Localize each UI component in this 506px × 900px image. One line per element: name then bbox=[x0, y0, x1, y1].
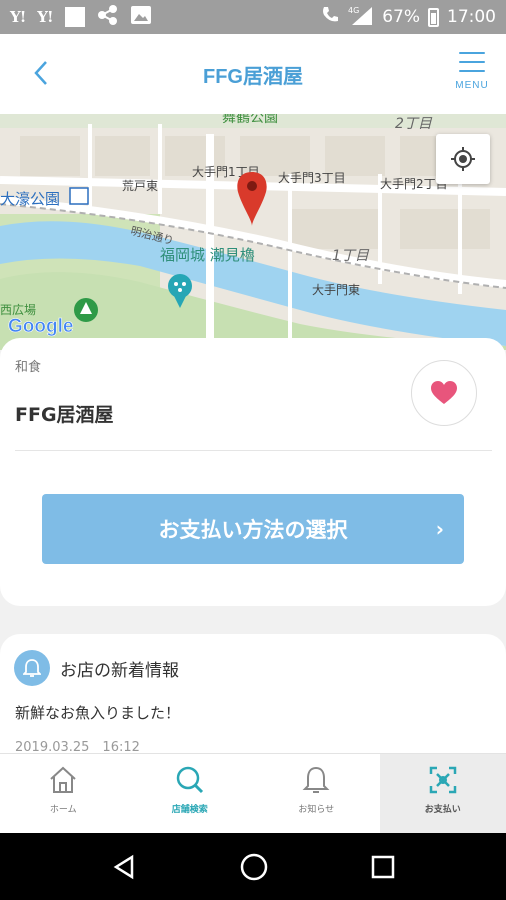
menu-button[interactable]: MENU bbox=[450, 50, 494, 100]
back-triangle-icon[interactable] bbox=[110, 853, 138, 881]
bottom-nav: ホーム 店舗検索 お知らせ お支払い bbox=[0, 753, 506, 833]
nav-store-search-label: 店舗検索 bbox=[171, 805, 208, 815]
phone-icon bbox=[320, 5, 340, 30]
map-label: 大手門東 bbox=[312, 283, 360, 297]
crosshair-icon bbox=[451, 147, 475, 171]
search-icon bbox=[176, 766, 203, 794]
map-label: 荒戸東 bbox=[122, 179, 158, 193]
hamburger-icon bbox=[459, 52, 485, 72]
map-label: 1丁目 bbox=[332, 248, 370, 264]
map-label: 舞鶴公園 bbox=[222, 114, 278, 126]
nav-home-label: ホーム bbox=[49, 805, 77, 815]
qr-scan-icon bbox=[429, 766, 456, 794]
menu-label: MENU bbox=[455, 80, 489, 91]
page-title: FFG居酒屋 bbox=[203, 65, 303, 88]
bell-icon bbox=[14, 650, 50, 686]
heart-icon bbox=[431, 381, 457, 404]
map-view[interactable]: 舞鶴公園 2丁目 大濠公園 荒戸東 大手門1丁目 大手門3丁目 大手門2丁目 明… bbox=[0, 114, 506, 350]
map-label: 福岡城 潮見櫓 bbox=[160, 246, 255, 264]
nav-notifications-label: お知らせ bbox=[298, 805, 335, 815]
google-logo: Google bbox=[8, 316, 73, 337]
divider bbox=[15, 450, 492, 451]
map-label: 2丁目 bbox=[395, 116, 433, 132]
app-header: FFG居酒屋 MENU bbox=[0, 34, 506, 114]
map-label: 大濠公園 bbox=[0, 190, 60, 208]
network-type-label: 4G bbox=[348, 6, 359, 15]
news-section-title: お店の新着情報 bbox=[60, 661, 179, 681]
system-nav-bar bbox=[0, 833, 506, 900]
signal-icon: 4G bbox=[348, 5, 374, 30]
nav-payment[interactable]: お支払い bbox=[379, 754, 506, 833]
clock: 17:00 bbox=[447, 7, 496, 27]
map-label: 西広場 bbox=[0, 303, 36, 317]
recents-square-icon[interactable] bbox=[370, 854, 396, 880]
notification-square-icon bbox=[64, 7, 85, 27]
store-name: FFG居酒屋 bbox=[15, 404, 114, 426]
yahoo-notification-icon: Y! bbox=[10, 8, 26, 26]
map-label: 大手門3丁目 bbox=[278, 171, 346, 185]
image-icon bbox=[130, 5, 151, 29]
home-circle-icon[interactable] bbox=[238, 851, 270, 883]
nav-store-search[interactable]: 店舗検索 bbox=[127, 754, 254, 833]
share-icon bbox=[97, 4, 119, 30]
back-button[interactable] bbox=[24, 56, 58, 90]
select-payment-method-button[interactable]: お支払い方法の選択 › bbox=[42, 494, 464, 564]
park-marker-icon bbox=[74, 298, 98, 322]
nav-notifications[interactable]: お知らせ bbox=[253, 754, 380, 833]
bell-icon bbox=[302, 766, 330, 793]
nav-home[interactable]: ホーム bbox=[0, 754, 127, 833]
news-body: 新鮮なお魚入りました！ bbox=[15, 704, 181, 722]
chevron-left-icon bbox=[34, 61, 47, 85]
battery-icon bbox=[428, 7, 439, 27]
favorite-button[interactable] bbox=[411, 360, 477, 426]
store-card: 和食 FFG居酒屋 お支払い方法の選択 › bbox=[0, 338, 506, 606]
status-bar: Y! Y! 4G 67% 17:00 bbox=[0, 0, 506, 34]
my-location-button[interactable] bbox=[436, 134, 490, 184]
nav-payment-label: お支払い bbox=[424, 805, 461, 815]
pay-button-label: お支払い方法の選択 bbox=[158, 518, 348, 542]
battery-percent: 67% bbox=[382, 7, 420, 27]
yahoo-notification-icon: Y! bbox=[37, 8, 53, 26]
home-icon bbox=[50, 766, 76, 793]
chevron-right-icon: › bbox=[435, 517, 444, 541]
store-category: 和食 bbox=[15, 360, 42, 375]
